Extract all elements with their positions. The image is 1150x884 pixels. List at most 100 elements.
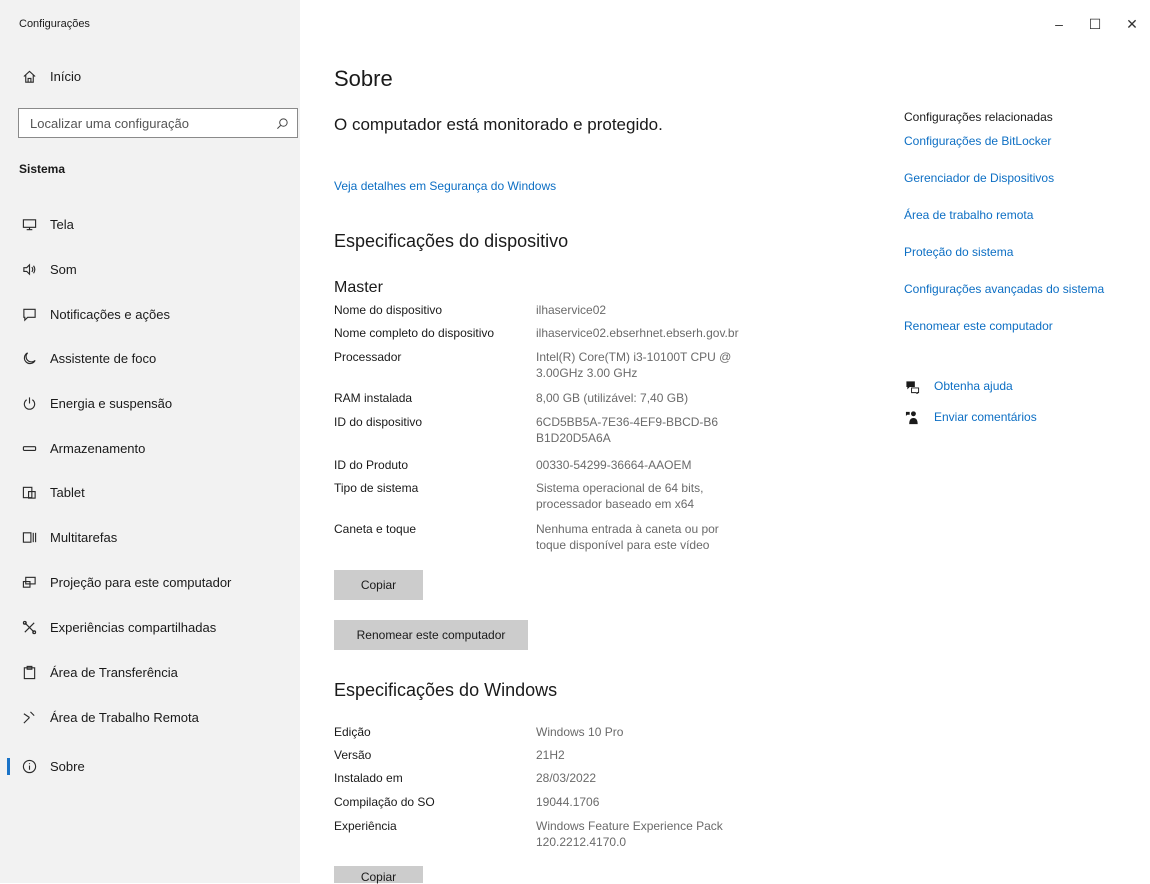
spec-key: Edição bbox=[334, 725, 371, 739]
spec-value: Sistema operacional de 64 bits, processa… bbox=[536, 481, 704, 511]
security-status-text: O computador está monitorado e protegido… bbox=[334, 115, 663, 134]
copy-button[interactable]: Copiar bbox=[334, 570, 423, 600]
sidebar-item-projecao[interactable]: Projeção para este computador bbox=[0, 565, 300, 599]
spec-key: Nome completo do dispositivo bbox=[334, 326, 495, 340]
app-title: Configurações bbox=[19, 18, 90, 30]
multitask-icon bbox=[21, 529, 37, 545]
sidebar-item-label: Energia e suspensão bbox=[50, 395, 173, 411]
spec-key: Compilação do SO bbox=[334, 795, 435, 809]
search-icon[interactable] bbox=[276, 117, 289, 130]
help-icon bbox=[904, 378, 920, 394]
maximize-icon: ☐ bbox=[1088, 15, 1102, 32]
sidebar-item-label: Assistente de foco bbox=[50, 350, 157, 366]
sidebar-item-remota[interactable]: Área de Trabalho Remota bbox=[0, 700, 300, 734]
sidebar-item-label: Multitarefas bbox=[50, 529, 118, 545]
spec-value: ilhaservice02 bbox=[536, 303, 607, 317]
spec-key: Nome do dispositivo bbox=[334, 303, 443, 317]
main-content: Sobre O computador está monitorado e pro… bbox=[334, 0, 894, 884]
sidebar-item-energia[interactable]: Energia e suspensão bbox=[0, 386, 300, 420]
spec-key: Versão bbox=[334, 748, 372, 762]
info-icon bbox=[21, 758, 37, 774]
sidebar-item-notificacoes[interactable]: Notificações e ações bbox=[0, 297, 300, 331]
get-help-link[interactable]: Obtenha ajuda bbox=[904, 378, 1013, 394]
moon-icon bbox=[21, 350, 37, 366]
rename-computer-button[interactable]: Renomear este computador bbox=[334, 620, 528, 650]
sidebar-item-label: Notificações e ações bbox=[50, 306, 170, 322]
send-feedback-label: Enviar comentários bbox=[934, 410, 1037, 424]
sidebar-item-sobre[interactable]: Sobre bbox=[0, 749, 300, 783]
notification-icon bbox=[21, 306, 37, 322]
spec-key: ID do dispositivo bbox=[334, 415, 423, 429]
sidebar-item-label: Armazenamento bbox=[50, 440, 146, 456]
minimize-button[interactable]: – bbox=[1049, 14, 1069, 34]
sidebar-item-multitarefas[interactable]: Multitarefas bbox=[0, 520, 300, 554]
spec-value: ilhaservice02.ebserhnet.ebserh.gov.br bbox=[536, 326, 739, 340]
spec-key: Instalado em bbox=[334, 771, 403, 785]
feedback-icon bbox=[904, 409, 920, 425]
power-icon bbox=[21, 395, 37, 411]
storage-icon bbox=[21, 440, 37, 456]
sidebar-item-assistente-foco[interactable]: Assistente de foco bbox=[0, 341, 300, 375]
windows-specs-title: Especificações do Windows bbox=[334, 680, 558, 700]
spec-value: 00330-54299-36664-AAOEM bbox=[536, 458, 692, 472]
sidebar-item-label: Área de Transferência bbox=[50, 664, 178, 680]
bitlocker-link[interactable]: Configurações de BitLocker bbox=[904, 134, 1051, 148]
page-title: Sobre bbox=[334, 66, 393, 91]
spec-key: Caneta e toque bbox=[334, 522, 417, 536]
sidebar-item-tablet[interactable]: Tablet bbox=[0, 475, 300, 509]
shared-icon bbox=[21, 619, 37, 635]
device-manager-link[interactable]: Gerenciador de Dispositivos bbox=[904, 171, 1054, 185]
spec-value: 8,00 GB (utilizável: 7,40 GB) bbox=[536, 391, 689, 405]
advanced-system-settings-link[interactable]: Configurações avançadas do sistema bbox=[904, 282, 1104, 296]
clipboard-icon bbox=[21, 664, 37, 680]
send-feedback-link[interactable]: Enviar comentários bbox=[904, 409, 1037, 425]
maximize-button[interactable]: ☐ bbox=[1085, 14, 1105, 34]
selection-indicator bbox=[7, 758, 10, 775]
sidebar-item-transferencia[interactable]: Área de Transferência bbox=[0, 655, 300, 689]
spec-key: Experiência bbox=[334, 819, 397, 833]
sidebar-item-label: Tela bbox=[50, 216, 74, 232]
sidebar-item-label: Projeção para este computador bbox=[50, 574, 232, 590]
section-label: Sistema bbox=[19, 162, 66, 176]
sidebar-item-armazenamento[interactable]: Armazenamento bbox=[0, 431, 300, 465]
search-box[interactable] bbox=[18, 108, 298, 138]
remote-desktop-link[interactable]: Área de trabalho remota bbox=[904, 208, 1033, 222]
spec-value: Intel(R) Core(TM) i3-10100T CPU @ 3.00GH… bbox=[536, 350, 732, 380]
security-details-link[interactable]: Veja detalhes em Segurança do Windows bbox=[334, 179, 556, 193]
spec-value: 21H2 bbox=[536, 748, 565, 762]
sidebar-item-label: Experiências compartilhadas bbox=[50, 619, 217, 635]
sidebar-item-som[interactable]: Som bbox=[0, 252, 300, 286]
spec-key: RAM instalada bbox=[334, 391, 413, 405]
sidebar-item-experiencias[interactable]: Experiências compartilhadas bbox=[0, 610, 300, 644]
sidebar-item-home[interactable]: Início bbox=[0, 59, 300, 93]
remote-icon bbox=[21, 709, 37, 725]
get-help-label: Obtenha ajuda bbox=[934, 379, 1013, 393]
speaker-icon bbox=[21, 261, 37, 277]
spec-value: Windows Feature Experience Pack 120.2212… bbox=[536, 819, 723, 849]
rename-computer-link[interactable]: Renomear este computador bbox=[904, 319, 1053, 333]
display-icon bbox=[21, 216, 37, 232]
home-icon bbox=[21, 68, 37, 84]
related-settings-title: Configurações relacionadas bbox=[904, 110, 1053, 124]
close-button[interactable]: ✕ bbox=[1122, 14, 1142, 34]
device-name-heading: Master bbox=[334, 279, 383, 296]
spec-value: 6CD5BB5A-7E36-4EF9-BBCD-B6B1D20D5A6A bbox=[536, 415, 719, 445]
spec-value: Nenhuma entrada à caneta ou por toque di… bbox=[536, 522, 719, 552]
sidebar-item-label: Início bbox=[50, 68, 82, 84]
close-icon: ✕ bbox=[1126, 15, 1138, 32]
spec-key: Processador bbox=[334, 350, 402, 364]
copy-windows-specs-button[interactable]: Copiar bbox=[334, 866, 423, 884]
minimize-icon: – bbox=[1055, 16, 1063, 32]
sidebar-item-label: Área de Trabalho Remota bbox=[50, 709, 199, 725]
search-input[interactable] bbox=[19, 114, 272, 132]
spec-value: 28/03/2022 bbox=[536, 771, 597, 785]
projection-icon bbox=[21, 574, 37, 590]
system-protection-link[interactable]: Proteção do sistema bbox=[904, 245, 1013, 259]
sidebar: Configurações Início Sistema Tela Som No… bbox=[0, 0, 300, 883]
spec-key: Tipo de sistema bbox=[334, 481, 419, 495]
tablet-icon bbox=[21, 484, 37, 500]
device-specs-title: Especificações do dispositivo bbox=[334, 231, 569, 251]
spec-value: 19044.1706 bbox=[536, 795, 600, 809]
sidebar-item-label: Tablet bbox=[50, 484, 85, 500]
sidebar-item-tela[interactable]: Tela bbox=[0, 207, 300, 241]
